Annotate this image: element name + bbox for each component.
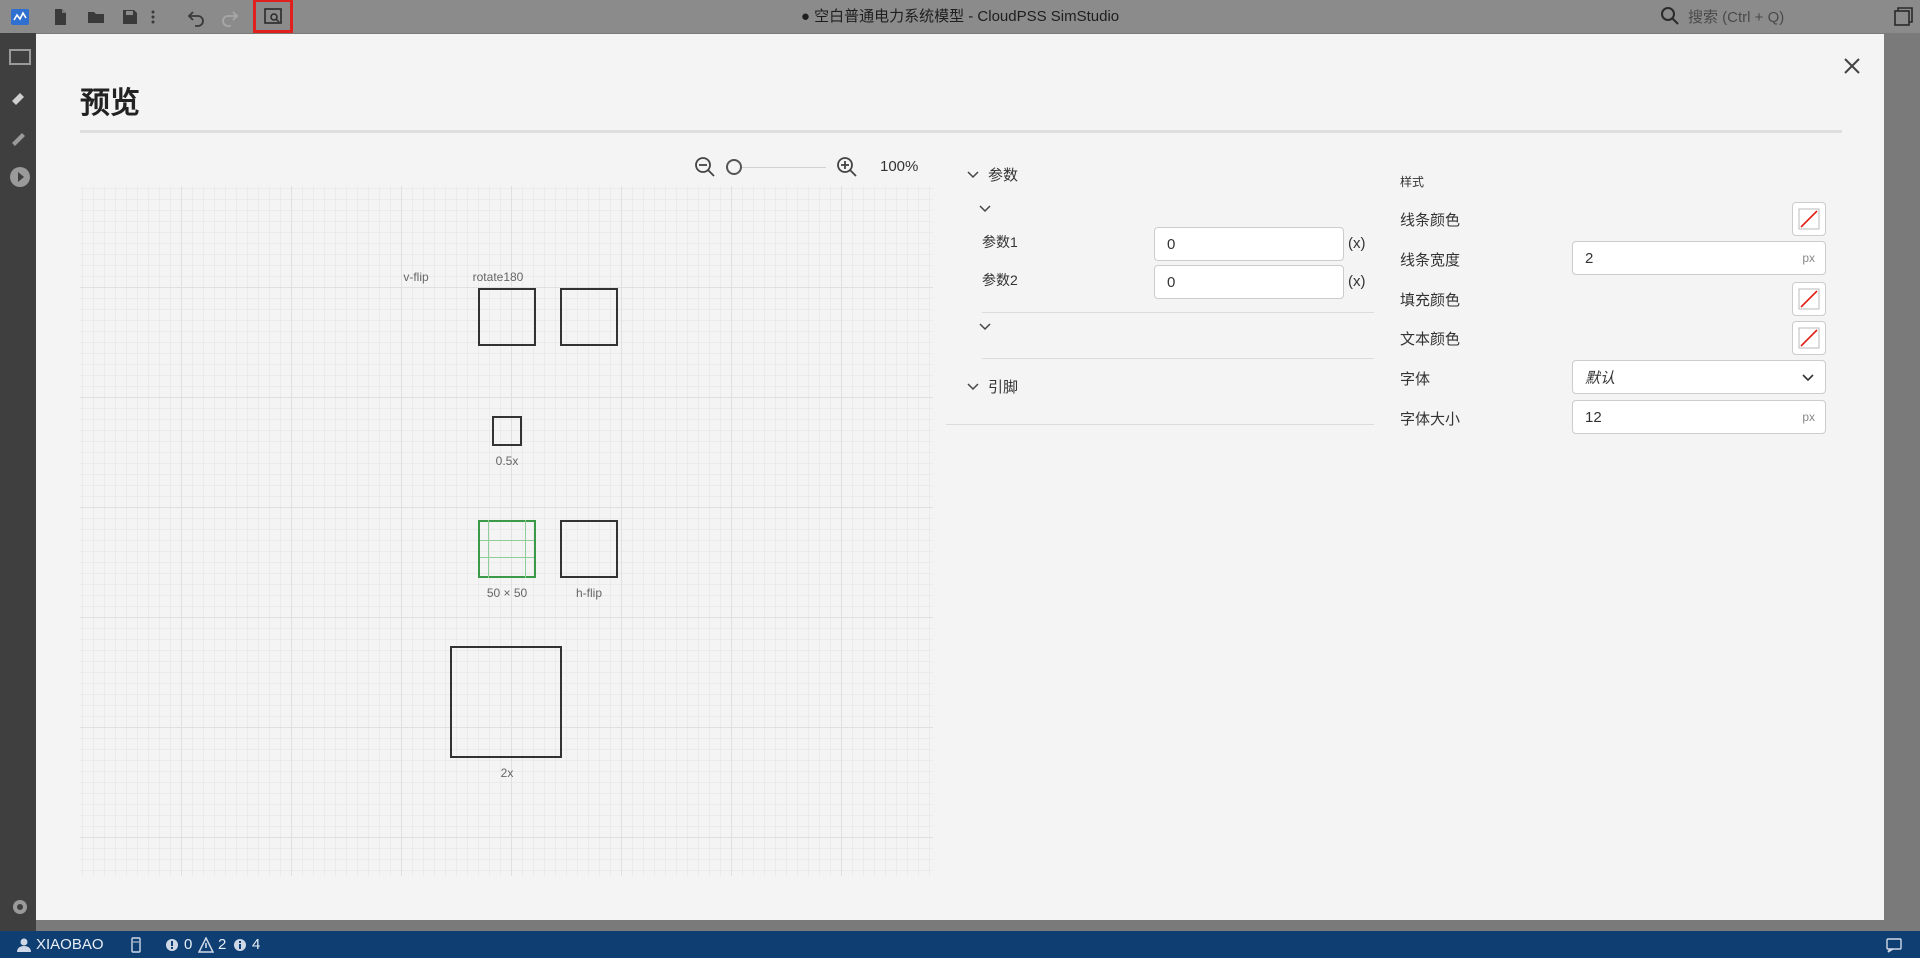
user-icon — [17, 938, 31, 952]
warnings-count[interactable]: 2 — [198, 931, 226, 958]
param2-input[interactable]: 0 — [1154, 265, 1344, 299]
section-divider — [946, 424, 1374, 425]
info-icon — [234, 938, 246, 951]
param1-input[interactable]: 0 — [1154, 227, 1344, 261]
title-divider — [80, 130, 1842, 133]
shape-selected[interactable] — [478, 520, 536, 578]
run-icon[interactable] — [8, 165, 32, 189]
group-divider — [982, 312, 1374, 313]
font-size-input[interactable]: 12 px — [1572, 400, 1826, 434]
error-icon — [166, 938, 178, 951]
line-width-input[interactable]: 2 px — [1572, 241, 1826, 275]
font-size-unit: px — [1802, 410, 1815, 424]
font-select-value: 默认 — [1585, 369, 1616, 387]
errors-count[interactable]: 0 — [164, 931, 192, 958]
settings-gear-icon[interactable] — [8, 895, 32, 919]
chevron-down-icon[interactable] — [978, 202, 992, 216]
search-icon — [1661, 7, 1679, 25]
shape-h-flip[interactable] — [560, 520, 618, 578]
param1-suffix: (x) — [1348, 235, 1366, 252]
new-file-icon[interactable] — [48, 5, 72, 29]
style-section-title: 样式 — [1400, 175, 1425, 189]
params-section-header[interactable]: 参数 — [966, 164, 1018, 185]
shape-half-size[interactable] — [492, 416, 522, 446]
activity-bar — [0, 33, 36, 931]
shape-v-flip[interactable] — [478, 288, 536, 346]
line-width-value: 2 — [1585, 249, 1594, 267]
line-color-label: 线条颜色 — [1400, 212, 1461, 229]
no-color-icon — [1798, 208, 1820, 230]
zoom-slider-thumb[interactable] — [726, 159, 742, 175]
pins-section-header[interactable]: 引脚 — [966, 376, 1018, 397]
errors-count-value: 0 — [184, 936, 193, 953]
shape-label-h-flip: h-flip — [575, 586, 602, 600]
line-width-label: 线条宽度 — [1400, 252, 1461, 269]
title-bar: ● 空白普通电力系统模型 - CloudPSS SimStudio 搜索 (Ct… — [0, 0, 1920, 33]
redo-icon[interactable] — [218, 5, 242, 29]
selection-guide — [480, 540, 534, 541]
device-indicator[interactable] — [128, 931, 144, 958]
shape-label-half-size: 0.5x — [495, 454, 519, 468]
warnings-count-value: 2 — [218, 936, 227, 953]
text-color-swatch[interactable] — [1792, 321, 1826, 355]
selection-guide — [480, 557, 534, 558]
zoom-out-icon[interactable] — [694, 156, 716, 178]
no-color-icon — [1798, 288, 1820, 310]
warning-icon — [198, 936, 214, 953]
zoom-in-icon[interactable] — [836, 156, 858, 178]
zoom-level: 100% — [880, 158, 919, 175]
tools-icon[interactable] — [8, 123, 32, 147]
chevron-down-icon[interactable] — [978, 320, 992, 334]
global-search[interactable]: 搜索 (Ctrl + Q) — [1660, 4, 1870, 28]
font-size-value: 12 — [1585, 408, 1602, 426]
shape-label-rotate180: rotate180 — [472, 270, 524, 284]
component-icon[interactable] — [8, 81, 32, 105]
no-color-icon — [1798, 327, 1820, 349]
param2-label: 参数2 — [982, 272, 1018, 288]
fill-color-label: 填充颜色 — [1400, 292, 1461, 309]
preview-canvas[interactable]: v-flip rotate180 0.5x 50 × 50 h-flip 2x — [80, 186, 933, 876]
feedback-icon — [1886, 937, 1902, 953]
shape-rotate180[interactable] — [560, 288, 618, 346]
font-select[interactable]: 默认 — [1572, 360, 1826, 394]
fill-color-swatch[interactable] — [1792, 282, 1826, 316]
more-icon[interactable] — [146, 5, 160, 29]
infos-count[interactable]: 4 — [232, 931, 260, 958]
open-folder-icon[interactable] — [84, 5, 108, 29]
save-icon[interactable] — [118, 5, 142, 29]
preview-icon[interactable] — [253, 0, 293, 33]
params-section-label: 参数 — [988, 167, 1019, 184]
app-logo-icon[interactable] — [8, 5, 32, 29]
line-width-unit: px — [1802, 251, 1815, 265]
explorer-icon[interactable] — [8, 45, 32, 69]
infos-count-value: 4 — [252, 936, 261, 953]
param2-suffix: (x) — [1348, 273, 1366, 290]
shape-double-size[interactable] — [450, 646, 562, 758]
user-indicator[interactable]: XIAOBAO — [16, 931, 104, 958]
font-size-label: 字体大小 — [1400, 411, 1461, 428]
group-divider — [982, 358, 1374, 359]
status-bar: XIAOBAO 0 2 4 — [0, 931, 1920, 958]
pins-section-label: 引脚 — [988, 379, 1019, 396]
param1-label: 参数1 — [982, 234, 1018, 250]
restore-window-icon[interactable] — [1892, 6, 1914, 28]
line-color-swatch[interactable] — [1792, 202, 1826, 236]
preview-dialog: 预览 100% v-flip rotate180 0.5x 50 × 50 h-… — [36, 34, 1884, 920]
close-icon[interactable] — [1838, 52, 1866, 80]
text-color-label: 文本颜色 — [1400, 331, 1461, 348]
username: XIAOBAO — [36, 936, 104, 953]
shape-label-double-size: 2x — [500, 766, 514, 780]
chevron-down-icon — [1802, 374, 1814, 382]
font-label: 字体 — [1400, 371, 1431, 388]
chevron-down-icon — [967, 170, 979, 178]
search-placeholder: 搜索 (Ctrl + Q) — [1688, 8, 1785, 26]
feedback-indicator[interactable] — [1886, 931, 1902, 958]
device-icon — [131, 936, 141, 953]
chevron-down-icon — [967, 382, 979, 390]
dialog-title: 预览 — [80, 87, 140, 120]
undo-icon[interactable] — [184, 5, 208, 29]
